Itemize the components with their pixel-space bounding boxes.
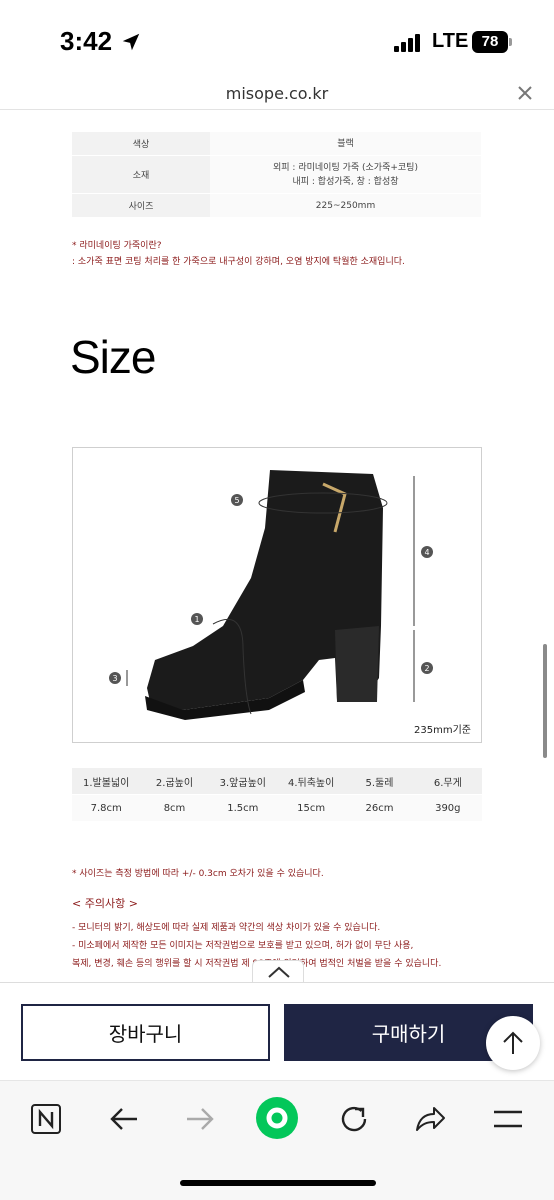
home-indicator[interactable] — [180, 1180, 376, 1186]
svg-text:2: 2 — [424, 664, 429, 673]
caution-title: < 주의사항 > — [72, 897, 138, 910]
close-icon[interactable] — [516, 84, 534, 102]
cart-button[interactable]: 장바구니 — [21, 1004, 270, 1061]
laminating-note-title: * 라미네이팅 가죽이란? — [72, 241, 162, 251]
size-value: 7.8cm — [90, 802, 122, 814]
boot-image-caption: 235mm기준 — [414, 725, 471, 736]
refresh-icon — [341, 1106, 367, 1132]
spec-value-line: 내피 : 합성가죽, 창 : 합성창 — [292, 176, 399, 187]
spec-key: 소재 — [72, 156, 210, 193]
battery-icon: 78 — [472, 31, 508, 53]
size-value: 26cm — [365, 802, 394, 814]
menu-button[interactable] — [490, 1101, 526, 1137]
size-value: 8cm — [163, 802, 186, 814]
naver-home-button[interactable] — [255, 1096, 299, 1140]
spec-row-color: 색상 블랙 — [72, 132, 481, 156]
spec-value: 외피 : 라미네이팅 가죽 (소가죽+코팅) 내피 : 합성가죽, 창 : 합성… — [210, 156, 481, 193]
network-type: LTE — [432, 30, 469, 52]
spec-key: 사이즈 — [72, 194, 210, 217]
size-value: 15cm — [297, 802, 326, 814]
signal-icon — [394, 32, 422, 52]
back-button[interactable] — [106, 1101, 142, 1137]
naver-home-icon — [256, 1097, 298, 1139]
size-column-header: 5.둘레 — [365, 777, 394, 789]
marker-3: 3 — [109, 672, 121, 684]
forward-arrow-icon — [187, 1108, 214, 1130]
status-time: 3:42 — [60, 26, 113, 56]
chevron-up-icon — [268, 966, 290, 978]
boot-size-image: 5 1 4 2 3 235mm기준 — [72, 447, 482, 743]
battery-cap — [509, 38, 512, 46]
marker-4: 4 — [421, 546, 433, 558]
scroll-top-button[interactable] — [486, 1016, 540, 1070]
size-heading: Size — [70, 331, 156, 383]
scrollbar-thumb[interactable] — [543, 644, 547, 758]
size-column-header: 1.발볼넓이 — [82, 777, 130, 789]
size-column-header: 4.뒤축높이 — [287, 777, 335, 789]
url-text[interactable]: misope.co.kr — [0, 84, 554, 103]
naver-n-icon — [31, 1104, 61, 1134]
caution-line: - 모니터의 밝기, 해상도에 따라 실제 제품과 약간의 색상 차이가 있을 … — [72, 923, 381, 933]
spec-table: 색상 블랙 소재 외피 : 라미네이팅 가죽 (소가죽+코팅) 내피 : 합성가… — [72, 132, 481, 218]
naver-n-button[interactable] — [28, 1101, 64, 1137]
menu-icon — [494, 1110, 522, 1128]
spec-value: 블랙 — [210, 132, 481, 155]
collapse-handle[interactable] — [252, 960, 304, 982]
spec-value-line: 외피 : 라미네이팅 가죽 (소가죽+코팅) — [273, 162, 418, 173]
spec-value-line: 블랙 — [337, 138, 354, 149]
spec-key: 색상 — [72, 132, 210, 155]
boot-illustration — [126, 470, 415, 720]
size-table-header: 1.발볼넓이 2.굽높이 3.앞굽높이 4.뒤축높이 5.둘레 6.무게 — [72, 768, 482, 794]
svg-text:4: 4 — [424, 548, 429, 557]
svg-text:1: 1 — [194, 615, 199, 624]
status-bar: 3:42 LTE 78 — [0, 0, 554, 78]
spec-row-material: 소재 외피 : 라미네이팅 가죽 (소가죽+코팅) 내피 : 합성가죽, 창 :… — [72, 156, 481, 194]
size-column-header: 6.무게 — [433, 777, 462, 789]
laminating-note-text: : 소가죽 표면 코팅 처리를 한 가죽으로 내구성이 강하며, 오염 방지에 … — [72, 257, 405, 267]
purchase-bar: 장바구니 구매하기 — [0, 983, 554, 1080]
spec-row-size: 사이즈 225~250mm — [72, 194, 481, 218]
size-table-row: 7.8cm 8cm 1.5cm 15cm 26cm 390g — [72, 795, 482, 821]
url-bar[interactable]: misope.co.kr — [0, 78, 554, 110]
spec-value: 225~250mm — [210, 194, 481, 217]
size-tolerance-note: * 사이즈는 측정 방법에 따라 +/- 0.3cm 오차가 있을 수 있습니다… — [72, 869, 324, 879]
spec-value-line: 225~250mm — [315, 200, 376, 211]
size-value: 390g — [435, 802, 461, 814]
arrow-up-icon — [503, 1031, 523, 1054]
share-icon — [416, 1107, 445, 1131]
svg-text:3: 3 — [112, 674, 117, 683]
location-arrow-icon — [122, 33, 140, 51]
marker-2: 2 — [421, 662, 433, 674]
back-arrow-icon — [110, 1108, 137, 1130]
size-value: 1.5cm — [227, 802, 259, 814]
size-column-header: 2.굽높이 — [155, 777, 194, 789]
refresh-button[interactable] — [336, 1101, 372, 1137]
caution-line: - 미소페에서 제작한 모든 이미지는 저작권법으로 보호를 받고 있으며, 허… — [72, 941, 414, 951]
marker-5: 5 — [231, 494, 243, 506]
svg-text:5: 5 — [234, 496, 239, 505]
size-table: 1.발볼넓이 2.굽높이 3.앞굽높이 4.뒤축높이 5.둘레 6.무게 7.8… — [72, 768, 482, 821]
share-button[interactable] — [412, 1101, 448, 1137]
size-column-header: 3.앞굽높이 — [219, 777, 266, 789]
marker-1: 1 — [191, 613, 203, 625]
forward-button[interactable] — [182, 1101, 218, 1137]
